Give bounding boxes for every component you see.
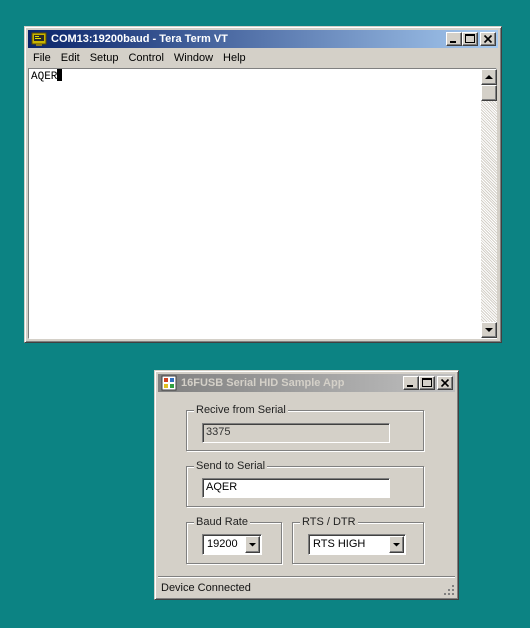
baud-rate-label: Baud Rate [194,516,250,529]
terminal-output: AQER [31,69,63,84]
scroll-up-button[interactable] [481,69,497,85]
rts-dtr-select[interactable]: RTS HIGH [308,534,406,555]
rts-dtr-value: RTS HIGH [313,538,366,550]
menu-file[interactable]: File [28,50,56,66]
terminal-text: AQER [31,71,58,83]
receive-group-label: Recive from Serial [194,404,288,417]
scroll-thumb[interactable] [481,85,497,101]
terminal-area[interactable]: AQER [28,68,497,339]
window-title: 16FUSB Serial HID Sample App [181,377,345,389]
menu-edit[interactable]: Edit [56,50,85,66]
scroll-down-icon [485,328,493,332]
maximize-button[interactable] [462,32,478,46]
receive-field: 3375 [202,423,390,443]
window-controls [403,376,453,390]
rts-dtr-label: RTS / DTR [300,516,358,529]
close-icon [483,34,493,44]
chevron-down-icon [393,543,400,547]
scroll-down-button[interactable] [481,322,497,338]
minimize-button[interactable] [403,376,419,390]
send-group-label: Send to Serial [194,460,268,473]
minimize-button[interactable] [446,32,462,46]
status-text: Device Connected [161,582,251,594]
menu-setup[interactable]: Setup [85,50,124,66]
maximize-icon [465,34,475,43]
resize-grip-icon[interactable] [443,584,455,596]
chevron-down-icon [249,543,256,547]
vertical-scrollbar[interactable] [481,69,497,338]
terminal-cursor [57,69,63,81]
hid-app-window: 16FUSB Serial HID Sample App Recive from… [154,370,459,600]
minimize-icon [450,41,456,43]
window-title: COM13:19200baud - Tera Term VT [51,33,228,45]
menu-bar: File Edit Setup Control Window Help [28,49,498,67]
close-button[interactable] [480,32,496,46]
hid-app-icon [161,375,177,391]
maximize-button[interactable] [419,376,435,390]
minimize-icon [407,385,413,387]
scroll-up-icon [485,75,493,79]
send-input[interactable]: AQER [202,478,390,498]
status-divider [158,576,455,578]
send-group: Send to Serial AQER [186,460,424,507]
baud-rate-dropdown-button[interactable] [245,536,260,553]
window-controls [446,32,496,46]
menu-window[interactable]: Window [169,50,218,66]
close-icon [440,378,450,388]
teraterm-window: COM13:19200baud - Tera Term VT File Edit… [24,26,502,343]
teraterm-titlebar[interactable]: COM13:19200baud - Tera Term VT [28,30,498,48]
baud-rate-group: Baud Rate 19200 [186,516,282,564]
hid-app-titlebar[interactable]: 16FUSB Serial HID Sample App [158,374,455,392]
close-button[interactable] [437,376,453,390]
menu-control[interactable]: Control [123,50,168,66]
receive-group: Recive from Serial 3375 [186,404,424,451]
teraterm-app-icon [31,32,47,46]
rts-dtr-group: RTS / DTR RTS HIGH [292,516,424,564]
baud-rate-value: 19200 [207,538,238,550]
menu-help[interactable]: Help [218,50,251,66]
rts-dtr-dropdown-button[interactable] [389,536,404,553]
maximize-icon [422,378,432,387]
baud-rate-select[interactable]: 19200 [202,534,262,555]
